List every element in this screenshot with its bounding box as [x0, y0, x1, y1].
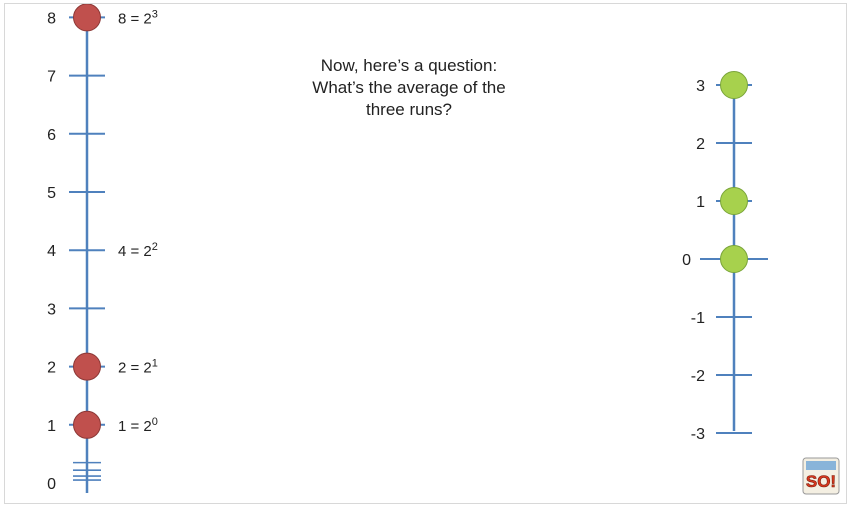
question-line-2: What’s the average of the	[312, 78, 506, 97]
left-axis-tick-label: 2	[47, 360, 56, 377]
question-line-1: Now, here’s a question:	[320, 56, 498, 75]
right-axis-tick-label: 0	[682, 252, 691, 269]
right-axis-tick-label: 3	[696, 78, 705, 95]
power-of-two-label: 2 = 21	[118, 358, 158, 377]
power-base: 2 = 2	[118, 360, 152, 377]
power-base: 1 = 2	[118, 418, 152, 435]
left-axis-tick-label: 4	[47, 243, 56, 260]
left-axis-tick-label: 6	[47, 127, 56, 144]
left-data-point	[73, 352, 101, 381]
power-exponent: 1	[152, 358, 158, 370]
so-logo-icon: SO!	[802, 457, 840, 495]
left-data-point	[73, 410, 101, 439]
right-data-point	[720, 187, 748, 215]
question-text: Now, here’s a question: What’s the avera…	[261, 55, 557, 121]
right-axis-tick-label: -2	[691, 368, 705, 385]
left-data-point	[73, 4, 101, 32]
power-of-two-label: 8 = 23	[118, 8, 158, 27]
power-exponent: 0	[152, 416, 158, 428]
slide: 0123456788 = 23 4 = 22 2 = 21 1 = 20 -3 -2 -1 0…	[4, 3, 847, 504]
left-axis-tick-label: 1	[47, 418, 56, 435]
power-exponent: 3	[152, 8, 158, 20]
left-axis-tick-label: 3	[47, 301, 56, 318]
right-axis-tick-label: 1	[696, 194, 705, 211]
left-axis-tick-label: 7	[47, 69, 56, 86]
right-axis-tick-label: -1	[691, 310, 705, 327]
right-axis-tick-label: -3	[691, 426, 705, 443]
question-line-3: three runs?	[366, 100, 452, 119]
left-axis-tick-label: 5	[47, 185, 56, 202]
left-axis-tick-label: 0	[47, 476, 56, 493]
logo-text: SO!	[806, 472, 836, 491]
left-axis-tick-label: 8	[47, 10, 56, 27]
power-exponent: 2	[152, 241, 158, 253]
right-data-point	[720, 71, 748, 99]
power-of-two-label: 1 = 20	[118, 416, 158, 435]
right-data-point	[720, 245, 748, 273]
power-base: 8 = 2	[118, 10, 152, 27]
right-axis-tick-label: 2	[696, 136, 705, 153]
power-base: 4 = 2	[118, 243, 152, 260]
power-of-two-label: 4 = 22	[118, 241, 158, 260]
